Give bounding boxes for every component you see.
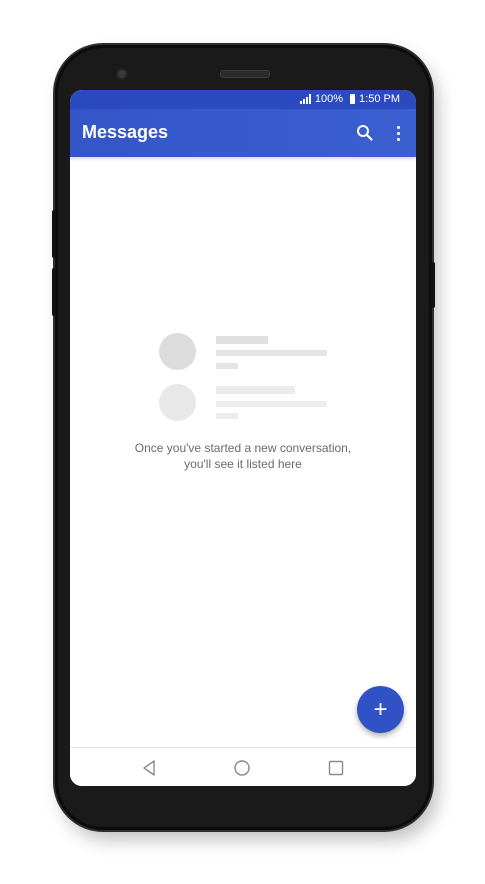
signal-icon (299, 94, 311, 104)
placeholder-avatar (159, 384, 196, 421)
recents-icon (328, 760, 344, 776)
empty-state-illustration (159, 333, 329, 423)
placeholder-line (216, 336, 268, 344)
placeholder-line (216, 386, 295, 394)
search-button[interactable] (354, 122, 376, 144)
add-icon: + (373, 695, 388, 723)
more-options-button[interactable] (391, 122, 405, 144)
app-bar: Messages (70, 109, 416, 157)
back-button[interactable] (140, 759, 158, 777)
navigation-bar (70, 747, 416, 786)
screen: 100% 1:50 PM Messages Once you've starte… (70, 90, 416, 786)
start-chat-button[interactable]: + (357, 686, 404, 733)
app-title: Messages (82, 122, 169, 142)
placeholder-line (216, 350, 327, 356)
placeholder-line (216, 363, 238, 369)
empty-state-line-2: you'll see it listed here (184, 457, 302, 471)
empty-state-line-1: Once you've started a new conversation, (134, 441, 352, 455)
status-indicators: 100% 1:50 PM (299, 93, 400, 105)
battery-icon (350, 94, 356, 104)
placeholder-line (216, 401, 327, 407)
volume-up-button (52, 210, 56, 258)
front-camera (116, 68, 128, 80)
home-icon (234, 760, 250, 776)
placeholder-line (216, 413, 238, 419)
earpiece-speaker (220, 70, 270, 78)
back-icon (143, 760, 155, 776)
volume-down-button (52, 268, 56, 316)
search-icon (357, 125, 373, 141)
empty-state-message: Once you've started a new conversation, … (70, 440, 416, 472)
power-button (431, 262, 435, 308)
clock: 1:50 PM (359, 93, 400, 105)
more-vert-icon (396, 125, 400, 129)
placeholder-avatar (159, 333, 196, 370)
home-button[interactable] (233, 759, 251, 777)
battery-percent: 100% (314, 93, 344, 105)
recents-button[interactable] (327, 759, 345, 777)
status-bar: 100% 1:50 PM (70, 90, 416, 109)
